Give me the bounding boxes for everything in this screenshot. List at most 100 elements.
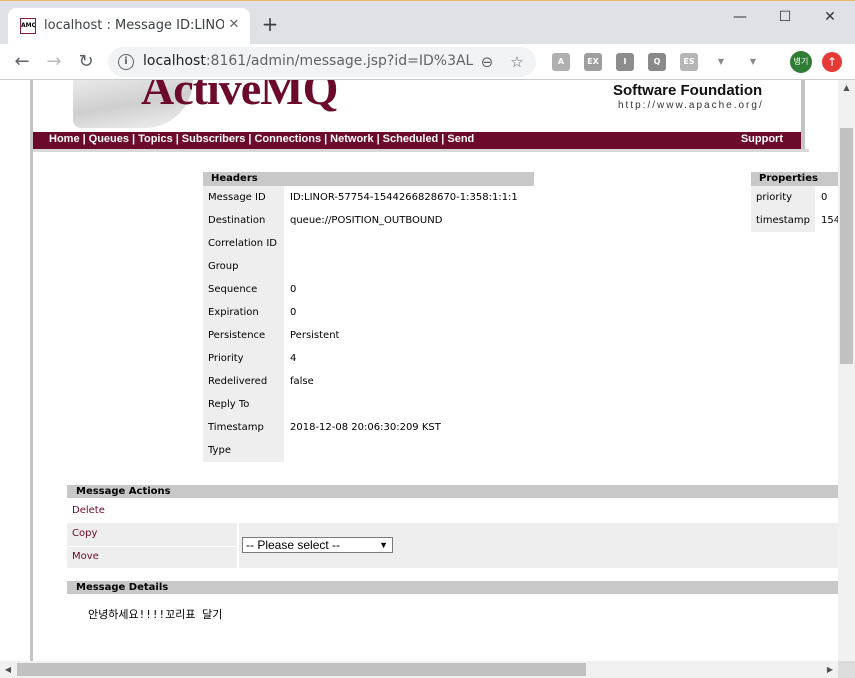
address-bar[interactable]: i localhost:8161/admin/message.jsp?id=ID… [108,47,536,77]
row-label: priority [751,186,815,209]
destination-select[interactable]: -- Please select -- ▼ [242,537,393,553]
row-value: 154 [821,215,838,226]
row-label: Persistence [203,324,284,347]
ex-extension-icon[interactable]: EX [584,53,602,71]
table-row: Sequence 0 [203,278,534,301]
row-label: Expiration [203,301,284,324]
site-info-icon[interactable]: i [118,54,134,70]
tab-close-icon[interactable]: ✕ [226,17,242,33]
properties-rows: priority 0 timestamp 154 [751,186,838,232]
table-row: Correlation ID [203,232,534,255]
update-icon[interactable]: ↑ [822,52,842,72]
table-row: Persistence Persistent [203,324,534,347]
row-label: Sequence [203,278,284,301]
message-details-title: Message Details [67,581,838,594]
row-value: 0 [290,307,297,318]
nav-menu-bar: Home | Queues | Topics | Subscribers | Connectio… [33,132,805,149]
move-link[interactable]: Move [72,551,99,562]
url-text[interactable]: localhost:8161/admin/message.jsp?id=ID%3… [143,53,473,69]
asf-url: http://www.apache.org/ [618,100,764,111]
message-actions-title: Message Actions [67,485,838,498]
browser-toolbar: ← → ↻ i localhost:8161/admin/message.jsp… [0,44,855,80]
row-label: Destination [203,209,284,232]
nav-support-link[interactable]: Support [741,133,783,145]
header-banner: ActiveMQ Software Foundation http://www.… [33,80,805,132]
row-label: Message ID [203,186,284,209]
scrollbar-corner [838,661,855,678]
headers-rows: Message ID ID:LINOR-57754-1544266828670-1… [203,186,534,462]
bookmark-star-icon[interactable]: ☆ [506,51,528,73]
row-value: Persistent [290,330,340,341]
row-value: 0 [290,284,297,295]
table-row: priority 0 [751,186,838,209]
browser-titlebar: AMQ localhost : Message ID:LINOR-5 ✕ + —… [0,0,855,45]
v-extension-icon[interactable]: ▼ [712,53,730,71]
copy-link[interactable]: Copy [72,528,97,539]
nav-queues-link[interactable]: Queues [89,133,129,145]
destination-select-value: -- Please select -- [246,538,341,552]
properties-table: Properties priority 0 timestamp 154 [751,172,838,232]
scroll-up-icon[interactable]: ▲ [838,80,855,96]
maximize-icon[interactable]: ☐ [770,7,800,27]
chevron-down-icon: ▼ [379,540,388,550]
nav-links: Home | Queues | Topics | Subscribers | Connectio… [49,133,475,145]
minimize-icon[interactable]: — [725,7,755,27]
scroll-left-icon[interactable]: ◀ [0,661,16,678]
activemq-favicon-icon: AMQ [20,18,36,34]
table-row: Reply To [203,393,534,416]
row-label: timestamp [751,209,815,232]
row-value: 4 [290,353,297,364]
menu-shadow [33,149,809,152]
profile-avatar[interactable]: 병기 [790,51,812,73]
browser-tab[interactable]: AMQ localhost : Message ID:LINOR-5 ✕ [8,8,250,45]
i-extension-icon[interactable]: I [616,53,634,71]
es-extension-icon[interactable]: ES [680,53,698,71]
nav-send-link[interactable]: Send [447,133,474,145]
horizontal-scrollbar[interactable]: ◀ ▶ [0,661,838,678]
nav-home-link[interactable]: Home [49,133,80,145]
delete-link[interactable]: Delete [72,505,105,516]
pdf-extension-icon[interactable]: A [552,53,570,71]
nav-connections-link[interactable]: Connections [254,133,321,145]
table-row: Priority 4 [203,347,534,370]
row-value: queue://POSITION_OUTBOUND [290,215,443,226]
nav-topics-link[interactable]: Topics [138,133,173,145]
row-value: 2018-12-08 20:06:30:209 KST [290,422,441,433]
vue-extension-icon[interactable]: ▼ [744,53,762,71]
nav-subscribers-link[interactable]: Subscribers [182,133,246,145]
asf-title: Software Foundation [613,82,763,99]
tab-title: localhost : Message ID:LINOR-5 [44,18,224,33]
vertical-scroll-thumb[interactable] [840,128,853,364]
vertical-scrollbar[interactable]: ▲ [838,80,855,661]
horizontal-scroll-thumb[interactable] [17,663,586,676]
table-row: Redelivered false [203,370,534,393]
row-value: ID:LINOR-57754-1544266828670-1:358:1:1:1 [290,192,518,203]
row-value: 0 [821,192,828,203]
table-row: Group [203,255,534,278]
row-label: Reply To [203,393,284,416]
scroll-right-icon[interactable]: ▶ [822,661,838,678]
row-label: Redelivered [203,370,284,393]
new-tab-icon[interactable]: + [260,14,280,34]
row-label: Priority [203,347,284,370]
reload-icon[interactable]: ↻ [74,50,98,74]
window-close-icon[interactable]: ✕ [815,7,845,27]
properties-title: Properties [751,172,838,186]
row-label: Timestamp [203,416,284,439]
q-extension-icon[interactable]: Q [648,53,666,71]
zoom-icon[interactable]: ⊖ [476,51,498,73]
table-row: Type [203,439,534,462]
nav-network-link[interactable]: Network [330,133,373,145]
page-viewport: ActiveMQ Software Foundation http://www.… [0,80,838,661]
headers-table: Headers Message ID ID:LINOR-57754-1544266… [203,172,534,462]
forward-icon[interactable]: → [42,50,66,74]
message-body: 안녕하세요!!!!꼬리표 달기 [88,608,223,621]
activemq-logo: ActiveMQ [141,80,338,114]
table-row: timestamp 154 [751,209,838,232]
headers-title: Headers [203,172,534,186]
table-row: Message ID ID:LINOR-57754-1544266828670-1… [203,186,534,209]
back-icon[interactable]: ← [10,50,34,74]
row-label: Type [203,439,284,462]
table-row: Expiration 0 [203,301,534,324]
nav-scheduled-link[interactable]: Scheduled [383,133,439,145]
